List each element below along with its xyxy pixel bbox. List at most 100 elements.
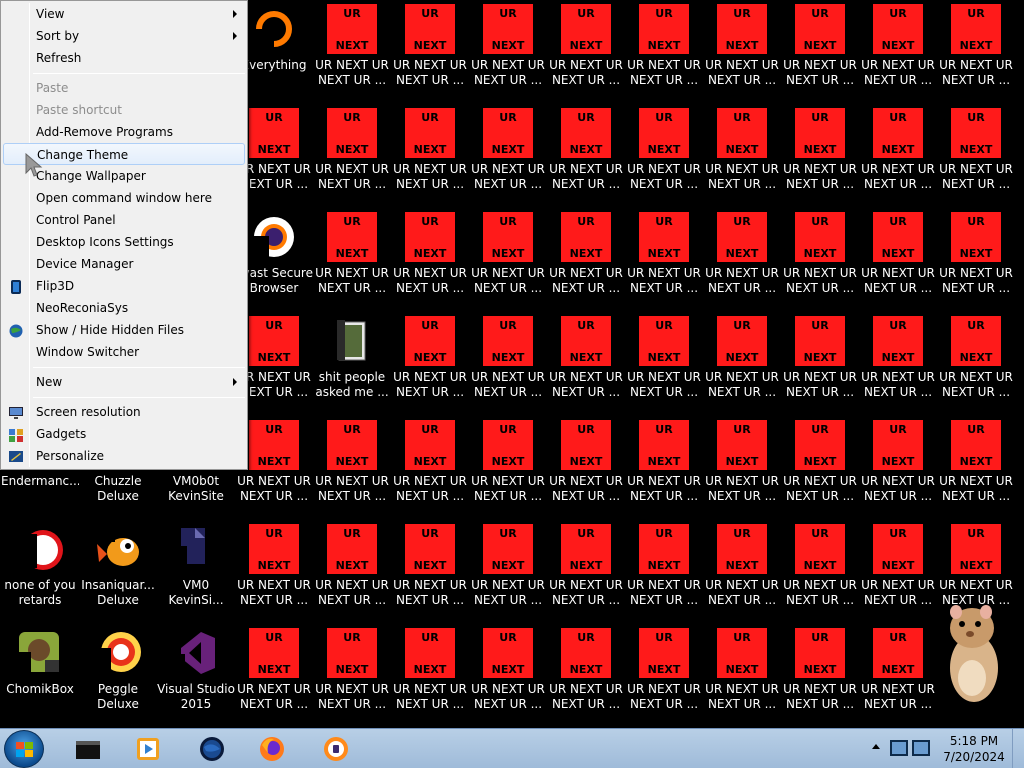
- ur-next-desktop-icon[interactable]: UR NEXT UR NEXT UR NEXT UR ...: [937, 312, 1015, 412]
- ur-next-desktop-icon[interactable]: UR NEXT UR NEXT UR NEXT UR ...: [469, 520, 547, 620]
- desktop-icon[interactable]: Peggle Deluxe: [79, 624, 157, 724]
- menu-item-open-command-window-here[interactable]: Open command window here: [3, 187, 245, 209]
- ur-next-desktop-icon[interactable]: UR NEXT UR NEXT UR NEXT UR ...: [313, 208, 391, 308]
- taskbar-app-3[interactable]: [246, 731, 298, 767]
- ur-next-desktop-icon[interactable]: UR NEXT UR NEXT UR NEXT UR ...: [859, 208, 937, 308]
- tray-network-icon[interactable]: [912, 740, 930, 756]
- ur-next-desktop-icon[interactable]: UR NEXT UR NEXT UR NEXT UR ...: [547, 208, 625, 308]
- desktop-icon[interactable]: none of you retards kno...: [1, 520, 79, 620]
- ur-next-desktop-icon[interactable]: UR NEXT UR NEXT UR NEXT UR ...: [703, 624, 781, 724]
- ur-next-desktop-icon[interactable]: UR NEXT UR NEXT UR NEXT UR ...: [859, 104, 937, 204]
- ur-next-desktop-icon[interactable]: UR NEXT UR NEXT UR NEXT UR ...: [547, 416, 625, 516]
- menu-item-personalize[interactable]: Personalize: [3, 445, 245, 467]
- ur-next-desktop-icon[interactable]: UR NEXT UR NEXT UR NEXT UR ...: [235, 624, 313, 724]
- ur-next-desktop-icon[interactable]: UR NEXT UR NEXT UR NEXT UR ...: [469, 104, 547, 204]
- ur-next-desktop-icon[interactable]: UR NEXT UR NEXT UR NEXT UR ...: [391, 208, 469, 308]
- ur-next-desktop-icon[interactable]: UR NEXT UR NEXT UR NEXT UR ...: [547, 520, 625, 620]
- menu-item-control-panel[interactable]: Control Panel: [3, 209, 245, 231]
- ur-next-desktop-icon[interactable]: UR NEXT UR NEXT UR NEXT UR ...: [391, 104, 469, 204]
- menu-item-refresh[interactable]: Refresh: [3, 47, 245, 69]
- ur-next-icon: UR NEXT: [405, 4, 455, 54]
- ur-next-desktop-icon[interactable]: UR NEXT UR NEXT UR NEXT UR ...: [313, 104, 391, 204]
- ur-next-desktop-icon[interactable]: UR NEXT UR NEXT UR NEXT UR ...: [781, 0, 859, 100]
- menu-item-flip3d[interactable]: Flip3D: [3, 275, 245, 297]
- ur-next-desktop-icon[interactable]: UR NEXT UR NEXT UR NEXT UR ...: [469, 416, 547, 516]
- desktop-icon[interactable]: VM0 KevinSi...: [157, 520, 235, 620]
- menu-item-gadgets[interactable]: Gadgets: [3, 423, 245, 445]
- label-line: UR NEXT UR NEXT UR ...: [861, 474, 935, 503]
- ur-next-desktop-icon[interactable]: UR NEXT UR NEXT UR NEXT UR ...: [469, 208, 547, 308]
- ur-next-desktop-icon[interactable]: UR NEXT UR NEXT UR NEXT UR ...: [391, 520, 469, 620]
- ur-next-desktop-icon[interactable]: UR NEXT UR NEXT UR NEXT UR ...: [547, 312, 625, 412]
- taskbar-app-2[interactable]: [186, 731, 238, 767]
- ur-next-desktop-icon[interactable]: UR NEXT UR NEXT UR NEXT UR ...: [781, 104, 859, 204]
- ur-next-desktop-icon[interactable]: UR NEXT UR NEXT UR NEXT UR ...: [703, 208, 781, 308]
- menu-item-window-switcher[interactable]: Window Switcher: [3, 341, 245, 363]
- ur-next-desktop-icon[interactable]: UR NEXT UR NEXT UR NEXT UR ...: [937, 0, 1015, 100]
- show-desktop-button[interactable]: [1012, 729, 1024, 768]
- ur-next-desktop-icon[interactable]: UR NEXT UR NEXT UR NEXT UR ...: [391, 624, 469, 724]
- tray-monitor-icon[interactable]: [890, 740, 908, 756]
- ur-next-desktop-icon[interactable]: UR NEXT UR NEXT UR NEXT UR ...: [313, 520, 391, 620]
- show-hidden-icons-arrow[interactable]: [872, 744, 880, 749]
- taskbar-app-0[interactable]: [62, 731, 114, 767]
- ur-next-desktop-icon[interactable]: UR NEXT UR NEXT UR NEXT UR ...: [703, 312, 781, 412]
- menu-item-show-hide-hidden-files[interactable]: Show / Hide Hidden Files: [3, 319, 245, 341]
- ur-next-desktop-icon[interactable]: UR NEXT UR NEXT UR NEXT UR ...: [391, 312, 469, 412]
- ur-next-desktop-icon[interactable]: UR NEXT UR NEXT UR NEXT UR ...: [625, 624, 703, 724]
- menu-item-device-manager[interactable]: Device Manager: [3, 253, 245, 275]
- ur-next-desktop-icon[interactable]: UR NEXT UR NEXT UR NEXT UR ...: [781, 416, 859, 516]
- ur-next-desktop-icon[interactable]: UR NEXT UR NEXT UR NEXT UR ...: [859, 312, 937, 412]
- ur-next-desktop-icon[interactable]: UR NEXT UR NEXT UR NEXT UR ...: [235, 520, 313, 620]
- ur-next-desktop-icon[interactable]: UR NEXT UR NEXT UR NEXT UR ...: [703, 416, 781, 516]
- menu-item-screen-resolution[interactable]: Screen resolution: [3, 401, 245, 423]
- ur-next-desktop-icon[interactable]: UR NEXT UR NEXT UR NEXT UR ...: [703, 0, 781, 100]
- ur-next-desktop-icon[interactable]: UR NEXT UR NEXT UR NEXT UR ...: [859, 416, 937, 516]
- ur-next-desktop-icon[interactable]: UR NEXT UR NEXT UR NEXT UR ...: [469, 0, 547, 100]
- ur-next-desktop-icon[interactable]: UR NEXT UR NEXT UR NEXT UR ...: [625, 520, 703, 620]
- taskbar-app-1[interactable]: [122, 731, 174, 767]
- ur-next-desktop-icon[interactable]: UR NEXT UR NEXT UR NEXT UR ...: [391, 416, 469, 516]
- ur-next-desktop-icon[interactable]: UR NEXT UR NEXT UR NEXT UR ...: [781, 208, 859, 308]
- ur-next-desktop-icon[interactable]: UR NEXT UR NEXT UR NEXT UR ...: [391, 0, 469, 100]
- ur-next-desktop-icon[interactable]: UR NEXT UR NEXT UR NEXT UR ...: [781, 312, 859, 412]
- menu-item-view[interactable]: View: [3, 3, 245, 25]
- ur-next-desktop-icon[interactable]: UR NEXT UR NEXT UR NEXT UR ...: [625, 416, 703, 516]
- ur-next-desktop-icon[interactable]: UR NEXT UR NEXT UR NEXT UR ...: [781, 624, 859, 724]
- ur-next-desktop-icon[interactable]: UR NEXT UR NEXT UR NEXT UR ...: [859, 624, 937, 724]
- desktop-icon[interactable]: Visual Studio 2015: [157, 624, 235, 724]
- menu-item-desktop-icons-settings[interactable]: Desktop Icons Settings: [3, 231, 245, 253]
- ur-next-desktop-icon[interactable]: UR NEXT UR NEXT UR NEXT UR ...: [625, 0, 703, 100]
- ur-next-desktop-icon[interactable]: UR NEXT UR NEXT UR NEXT UR ...: [547, 104, 625, 204]
- menu-item-neoreconiasys[interactable]: NeoReconiaSys: [3, 297, 245, 319]
- ur-next-desktop-icon[interactable]: UR NEXT UR NEXT UR NEXT UR ...: [859, 520, 937, 620]
- ur-next-desktop-icon[interactable]: UR NEXT UR NEXT UR NEXT UR ...: [781, 520, 859, 620]
- ur-next-desktop-icon[interactable]: UR NEXT UR NEXT UR NEXT UR ...: [625, 312, 703, 412]
- ur-next-desktop-icon[interactable]: UR NEXT UR NEXT UR NEXT UR ...: [703, 520, 781, 620]
- desktop-icon[interactable]: shit people asked me ...: [313, 312, 391, 412]
- ur-next-desktop-icon[interactable]: UR NEXT UR NEXT UR NEXT UR ...: [313, 0, 391, 100]
- tile-text-top: UR: [265, 527, 283, 540]
- ur-next-desktop-icon[interactable]: UR NEXT UR NEXT UR NEXT UR ...: [313, 624, 391, 724]
- clock[interactable]: 5:18 PM 7/20/2024: [934, 733, 1014, 765]
- ur-next-desktop-icon[interactable]: UR NEXT UR NEXT UR NEXT UR ...: [547, 624, 625, 724]
- menu-item-add-remove-programs[interactable]: Add-Remove Programs: [3, 121, 245, 143]
- taskbar: 5:18 PM 7/20/2024: [0, 728, 1024, 768]
- ur-next-desktop-icon[interactable]: UR NEXT UR NEXT UR NEXT UR ...: [937, 208, 1015, 308]
- ur-next-desktop-icon[interactable]: UR NEXT UR NEXT UR NEXT UR ...: [313, 416, 391, 516]
- ur-next-desktop-icon[interactable]: UR NEXT UR NEXT UR NEXT UR ...: [469, 624, 547, 724]
- ur-next-desktop-icon[interactable]: UR NEXT UR NEXT UR NEXT UR ...: [547, 0, 625, 100]
- ur-next-desktop-icon[interactable]: UR NEXT UR NEXT UR NEXT UR ...: [937, 416, 1015, 516]
- desktop-icon[interactable]: ChomikBox: [1, 624, 79, 724]
- ur-next-desktop-icon[interactable]: UR NEXT UR NEXT UR NEXT UR ...: [937, 104, 1015, 204]
- taskbar-app-4[interactable]: [310, 731, 362, 767]
- ur-next-desktop-icon[interactable]: UR NEXT UR NEXT UR NEXT UR ...: [469, 312, 547, 412]
- ur-next-desktop-icon[interactable]: UR NEXT UR NEXT UR NEXT UR ...: [859, 0, 937, 100]
- menu-item-sort-by[interactable]: Sort by: [3, 25, 245, 47]
- desktop-icon[interactable]: Insaniquar... Deluxe: [79, 520, 157, 620]
- ur-next-desktop-icon[interactable]: UR NEXT UR NEXT UR NEXT UR ...: [625, 208, 703, 308]
- menu-item-new[interactable]: New: [3, 371, 245, 393]
- start-button[interactable]: [4, 730, 44, 768]
- ur-next-desktop-icon[interactable]: UR NEXT UR NEXT UR NEXT UR ...: [625, 104, 703, 204]
- ur-next-desktop-icon[interactable]: UR NEXT UR NEXT UR NEXT UR ...: [703, 104, 781, 204]
